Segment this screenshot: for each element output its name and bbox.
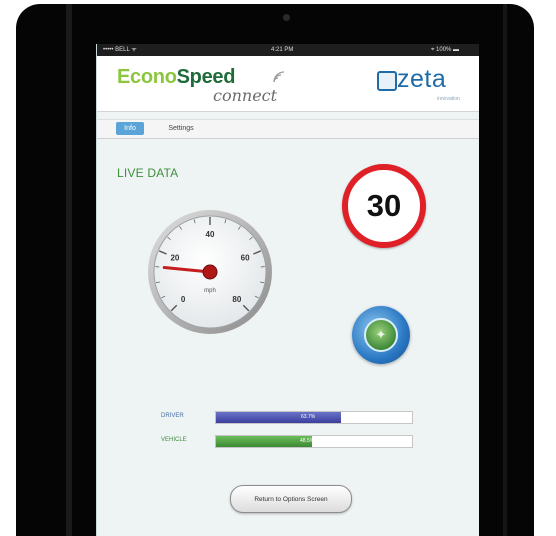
gauge-tick-label: 40 [206, 230, 215, 239]
zeta-wordmark: zeta [397, 65, 447, 93]
gauge-tick-label: 80 [232, 295, 241, 304]
gauge-tick-label: 20 [170, 253, 179, 262]
status-indicator-button[interactable]: ✦ [352, 306, 410, 364]
tab-settings[interactable]: Settings [157, 122, 205, 135]
driver-label: DRIVER [161, 413, 184, 419]
gauge-tick-label: 60 [241, 253, 250, 262]
zeta-tagline: innovation [437, 96, 460, 102]
app-header: EconoSpeed connect zeta innovation [97, 56, 479, 112]
speed-limit-sign: 30 [342, 164, 426, 248]
speed-limit-value: 30 [366, 188, 402, 223]
status-time: 4:21 PM [271, 47, 294, 53]
speedometer-gauge: 0 20 40 60 80 mph [148, 210, 272, 334]
camera-icon [283, 14, 290, 21]
gauge-unit: mph [204, 288, 216, 294]
ipad-bezel-edge-left [66, 4, 72, 536]
logo-speed-text: Speed [176, 66, 236, 88]
battery-indicator: ⌖ 100% ▬ [431, 47, 460, 53]
zeta-mark-icon [377, 71, 397, 91]
vehicle-progress-bar: 48.5% [215, 435, 413, 448]
logo-econo-text: Econo [117, 66, 177, 88]
tab-bar: Info Settings [97, 119, 479, 139]
vehicle-label: VEHICLE [161, 437, 187, 443]
wireless-signal-icon [273, 71, 285, 83]
driver-progress-value: 63.7% [301, 414, 316, 420]
gauge-hub [202, 264, 218, 280]
status-bar: ••••• BELL ᯤ 4:21 PM ⌖ 100% ▬ [97, 44, 479, 56]
logo-connect-text: connect [213, 86, 278, 105]
driver-progress-fill [216, 412, 341, 423]
vehicle-progress-value: 48.5% [300, 438, 315, 444]
status-globe-icon: ✦ [364, 318, 398, 352]
live-data-heading: LIVE DATA [117, 166, 179, 180]
app-screen: ••••• BELL ᯤ 4:21 PM ⌖ 100% ▬ EconoSpeed… [96, 44, 479, 536]
ipad-bezel-edge-right [503, 4, 507, 536]
gauge-tick-label: 0 [181, 295, 186, 304]
return-to-options-button[interactable]: Return to Options Screen [230, 485, 352, 513]
carrier-signal: ••••• BELL ᯤ [103, 47, 137, 53]
driver-progress-bar: 63.7% [215, 411, 413, 424]
vehicle-progress-fill [216, 436, 312, 447]
tab-info[interactable]: Info [116, 122, 144, 135]
